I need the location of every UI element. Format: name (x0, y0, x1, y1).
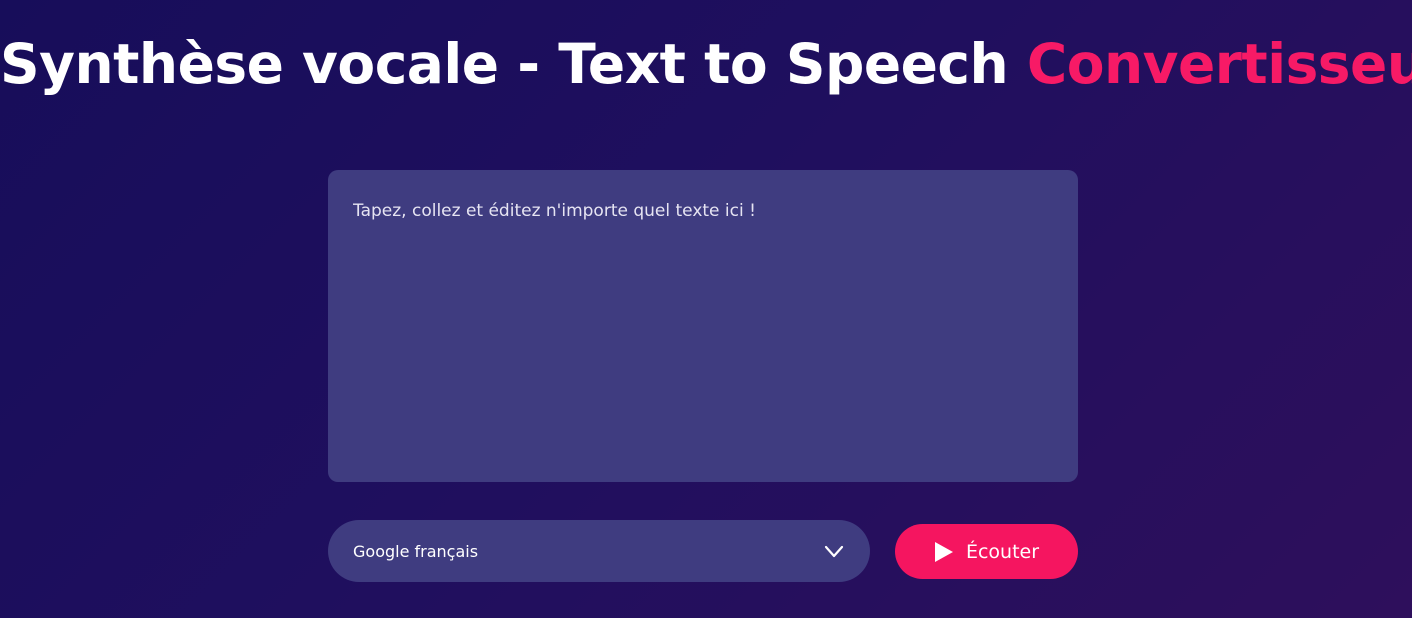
listen-button[interactable]: Écouter (895, 524, 1078, 579)
page-title: Synthèse vocale - Text to Speech Convert… (0, 28, 1412, 100)
listen-button-label: Écouter (965, 540, 1040, 563)
page-title-accent: Convertisseur (1026, 32, 1412, 96)
voice-select-value: Google français (353, 541, 479, 561)
page-title-main: Synthèse vocale - Text to Speech (0, 32, 1027, 96)
play-icon (934, 541, 954, 563)
text-input[interactable] (353, 198, 1053, 454)
text-input-panel (328, 170, 1078, 482)
voice-select[interactable]: Google français (328, 520, 870, 582)
chevron-down-icon (823, 540, 845, 562)
